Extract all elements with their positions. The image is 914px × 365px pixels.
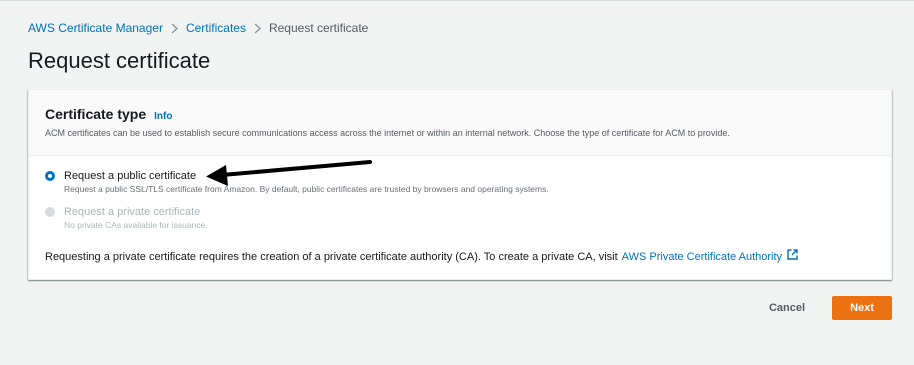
annotation-arrow	[206, 160, 372, 186]
panel-title: Certificate type	[45, 106, 147, 122]
radio-option-private: Request a private certificate No private…	[45, 205, 208, 231]
page-title: Request certificate	[28, 48, 211, 73]
panel-header: Certificate type Info ACM certificates c…	[29, 90, 891, 156]
external-link-icon[interactable]	[787, 249, 798, 264]
panel-title-row: Certificate type Info	[45, 105, 172, 123]
radio-label-private: Request a private certificate	[64, 206, 201, 218]
next-button[interactable]: Next	[832, 296, 892, 320]
info-link[interactable]: Info	[154, 111, 172, 122]
private-ca-note-text: Requesting a private certificate require…	[45, 250, 618, 263]
breadcrumb: AWS Certificate Manager Certificates Req…	[28, 21, 368, 35]
radio-text-private: Request a private certificate No private…	[64, 205, 208, 231]
breadcrumb-item-current: Request certificate	[268, 21, 369, 35]
breadcrumb-item-certificates[interactable]: Certificates	[186, 21, 246, 35]
page: AWS Certificate Manager Certificates Req…	[0, 0, 914, 365]
chevron-right-icon	[246, 21, 269, 35]
certificate-type-panel: Certificate type Info ACM certificates c…	[28, 89, 892, 280]
private-ca-note: Requesting a private certificate require…	[45, 249, 798, 264]
panel-description: ACM certificates can be used to establis…	[45, 128, 730, 138]
radio-button-private	[45, 207, 55, 217]
radio-button-public[interactable]	[45, 171, 55, 181]
breadcrumb-item-certificate-manager[interactable]: AWS Certificate Manager	[28, 21, 163, 35]
chevron-right-icon	[163, 21, 186, 35]
cancel-button[interactable]: Cancel	[757, 297, 817, 319]
radio-description-private: No private CAs available for issuance.	[64, 220, 208, 230]
private-ca-link[interactable]: AWS Private Certificate Authority	[622, 250, 782, 264]
